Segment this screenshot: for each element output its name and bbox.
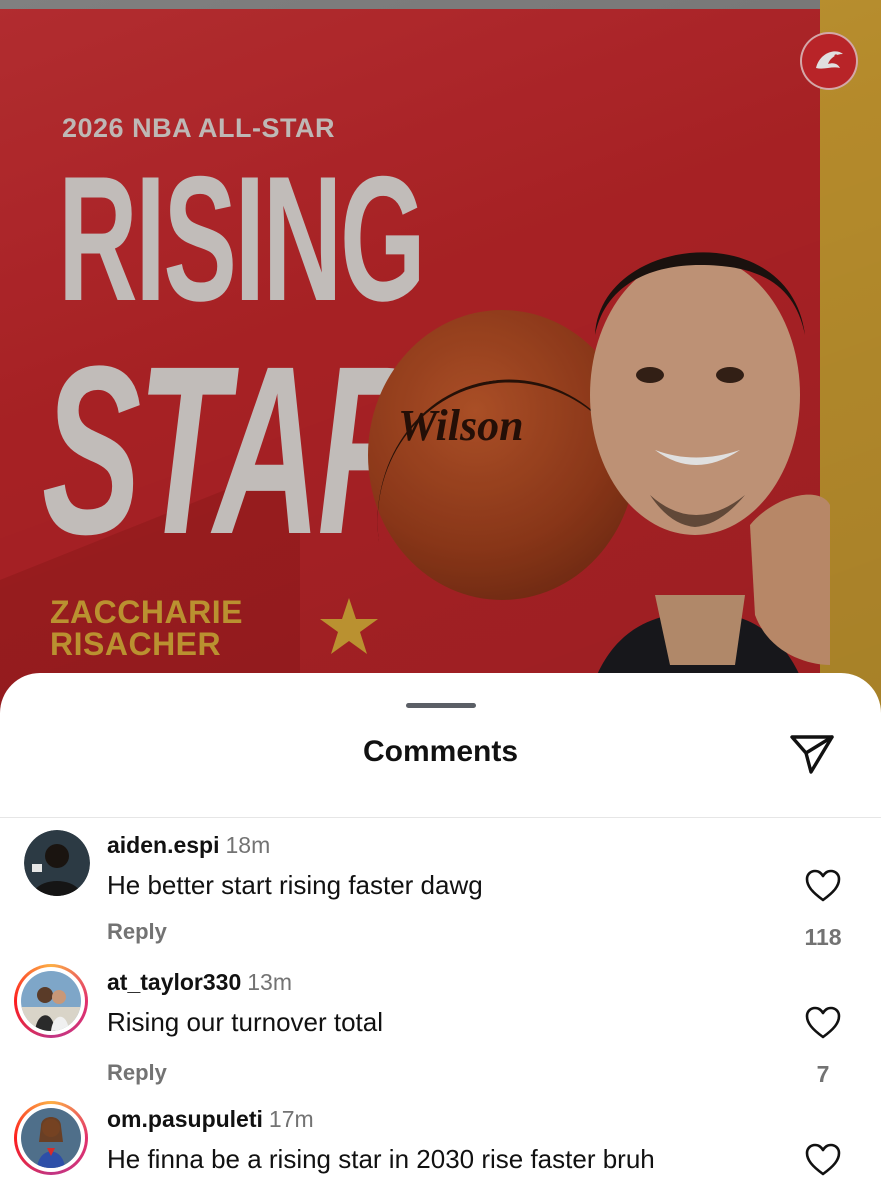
- paper-plane-icon[interactable]: [787, 728, 837, 778]
- heart-icon[interactable]: [804, 1142, 842, 1178]
- reply-button[interactable]: Reply: [107, 919, 167, 945]
- avatar[interactable]: [24, 830, 90, 896]
- comment-text: He finna be a rising star in 2030 rise f…: [107, 1144, 655, 1174]
- like-count: 7: [816, 1061, 830, 1087]
- avatar[interactable]: [14, 1101, 88, 1175]
- dim-overlay: [0, 0, 881, 760]
- comment-username[interactable]: om.pasupuleti 17m: [107, 1106, 314, 1133]
- comment-text: Rising our turnover total: [107, 1007, 384, 1037]
- username-text[interactable]: om.pasupuleti: [107, 1106, 263, 1132]
- comment-username[interactable]: at_taylor330 13m: [107, 969, 292, 996]
- username-text[interactable]: at_taylor330: [107, 969, 241, 995]
- comment-text: He better start rising faster dawg: [107, 870, 483, 900]
- username-text[interactable]: aiden.espi: [107, 832, 219, 858]
- comment-time: 13m: [247, 969, 292, 995]
- comments-sheet: Comments aiden.espi 18m He better start r…: [0, 673, 881, 1200]
- comment-time: 18m: [225, 832, 271, 858]
- comment-username[interactable]: aiden.espi 18m: [107, 832, 270, 859]
- reply-button[interactable]: Reply: [107, 1060, 167, 1086]
- sheet-title: Comments: [362, 735, 519, 768]
- heart-icon[interactable]: [804, 1005, 842, 1041]
- comment-time: 17m: [268, 1106, 314, 1132]
- divider: [0, 817, 881, 818]
- avatar[interactable]: [14, 964, 88, 1038]
- heart-icon[interactable]: [804, 868, 842, 904]
- drag-handle[interactable]: [406, 703, 476, 708]
- like-count: 118: [804, 924, 842, 950]
- post-image: 2026 NBA ALL-STAR RISING STAR ZACCHARIE …: [0, 0, 881, 760]
